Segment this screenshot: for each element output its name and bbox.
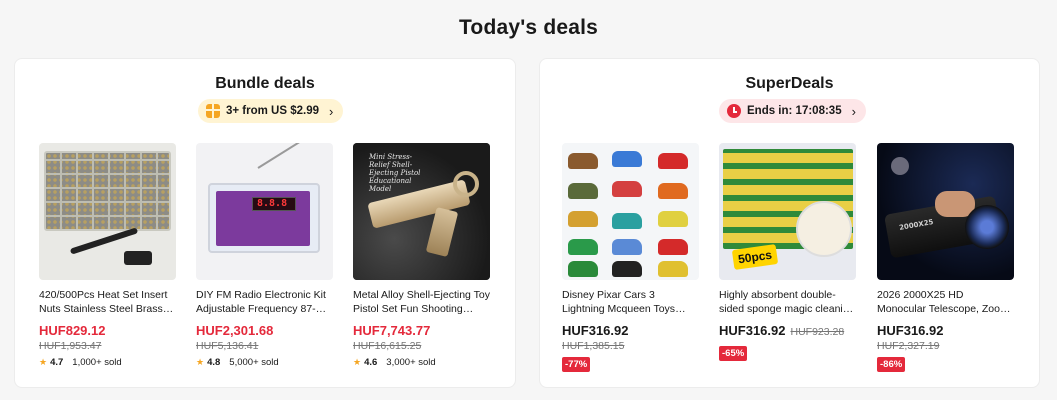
superdeals-timer-pill[interactable]: Ends in: 17:08:35 › bbox=[719, 99, 866, 123]
product-image[interactable] bbox=[39, 143, 176, 280]
product-image[interactable]: 50pcs bbox=[719, 143, 856, 280]
product-price: HUF829.12 bbox=[39, 323, 106, 338]
rating-score: 4.7 bbox=[50, 357, 64, 368]
gift-icon bbox=[206, 104, 220, 118]
sold-count: 5,000+ sold bbox=[229, 357, 279, 368]
product-image[interactable]: 2000X25 bbox=[877, 143, 1014, 280]
product-price: HUF316.92 bbox=[719, 323, 786, 338]
product-card[interactable]: 2000X25 2026 2000X25 HD Monocular Telesc… bbox=[877, 143, 1014, 372]
bundle-deals-pill[interactable]: 3+ from US $2.99 › bbox=[198, 99, 344, 123]
superdeals-panel: SuperDeals Ends in: 17:08:35 › Disney Pi… bbox=[539, 58, 1040, 388]
product-price: HUF7,743.77 bbox=[353, 323, 431, 338]
product-name[interactable]: 2026 2000X25 HD Monocular Telescope, Zoo… bbox=[877, 288, 1014, 316]
clock-icon bbox=[727, 104, 741, 118]
product-name[interactable]: Disney Pixar Cars 3 Lightning Mcqueen To… bbox=[562, 288, 699, 316]
original-price: HUF16,615.25 bbox=[353, 340, 422, 352]
chevron-right-icon: › bbox=[851, 103, 856, 119]
star-icon: ★ bbox=[353, 357, 362, 367]
original-price: HUF923.28 bbox=[790, 326, 845, 338]
product-card[interactable]: DIY FM Radio Electronic Kit Adjustable F… bbox=[196, 143, 333, 368]
bundle-pill-label: 3+ from US $2.99 bbox=[226, 105, 320, 117]
star-icon: ★ bbox=[196, 357, 205, 367]
product-price: HUF316.92 bbox=[562, 323, 629, 338]
product-card[interactable]: Disney Pixar Cars 3 Lightning Mcqueen To… bbox=[562, 143, 699, 372]
product-name[interactable]: Highly absorbent double-sided sponge mag… bbox=[719, 288, 856, 316]
product-card[interactable]: 50pcs Highly absorbent double-sided spon… bbox=[719, 143, 856, 361]
discount-badge: -77% bbox=[562, 357, 591, 372]
original-price: HUF2,327.19 bbox=[877, 340, 940, 352]
product-rating: ★ 4.8 5,000+ sold bbox=[196, 357, 333, 368]
superdeals-countdown: Ends in: 17:08:35 bbox=[747, 105, 842, 117]
superdeals-title: SuperDeals bbox=[745, 75, 834, 92]
discount-badge: -65% bbox=[719, 346, 748, 361]
bundle-deals-title: Bundle deals bbox=[215, 75, 315, 92]
product-rating: ★ 4.7 1,000+ sold bbox=[39, 357, 176, 368]
image-caption: Mini Stress-Relief Shell-Ejecting Pistol… bbox=[369, 153, 421, 193]
product-image[interactable] bbox=[196, 143, 333, 280]
product-card[interactable]: Mini Stress-Relief Shell-Ejecting Pistol… bbox=[353, 143, 490, 368]
chevron-right-icon: › bbox=[329, 103, 334, 119]
product-rating: ★ 4.6 3,000+ sold bbox=[353, 357, 490, 368]
sold-count: 3,000+ sold bbox=[386, 357, 436, 368]
rating-score: 4.6 bbox=[364, 357, 378, 368]
product-card[interactable]: 420/500Pcs Heat Set Insert Nuts Stainles… bbox=[39, 143, 176, 368]
product-price: HUF316.92 bbox=[877, 323, 944, 338]
product-image[interactable] bbox=[562, 143, 699, 280]
product-name[interactable]: 420/500Pcs Heat Set Insert Nuts Stainles… bbox=[39, 288, 176, 316]
discount-badge: -86% bbox=[877, 357, 906, 372]
page-title: Today's deals bbox=[458, 16, 599, 39]
product-price: HUF2,301.68 bbox=[196, 323, 274, 338]
sold-count: 1,000+ sold bbox=[72, 357, 122, 368]
product-name[interactable]: DIY FM Radio Electronic Kit Adjustable F… bbox=[196, 288, 333, 316]
product-name[interactable]: Metal Alloy Shell-Ejecting Toy Pistol Se… bbox=[353, 288, 490, 316]
rating-score: 4.8 bbox=[207, 357, 221, 368]
original-price: HUF5,136.41 bbox=[196, 340, 259, 352]
star-icon: ★ bbox=[39, 357, 48, 367]
product-image[interactable]: Mini Stress-Relief Shell-Ejecting Pistol… bbox=[353, 143, 490, 280]
original-price: HUF1,385.15 bbox=[562, 340, 625, 352]
original-price: HUF1,953.47 bbox=[39, 340, 102, 352]
bundle-deals-panel: Bundle deals 3+ from US $2.99 › 420/500P… bbox=[14, 58, 516, 388]
